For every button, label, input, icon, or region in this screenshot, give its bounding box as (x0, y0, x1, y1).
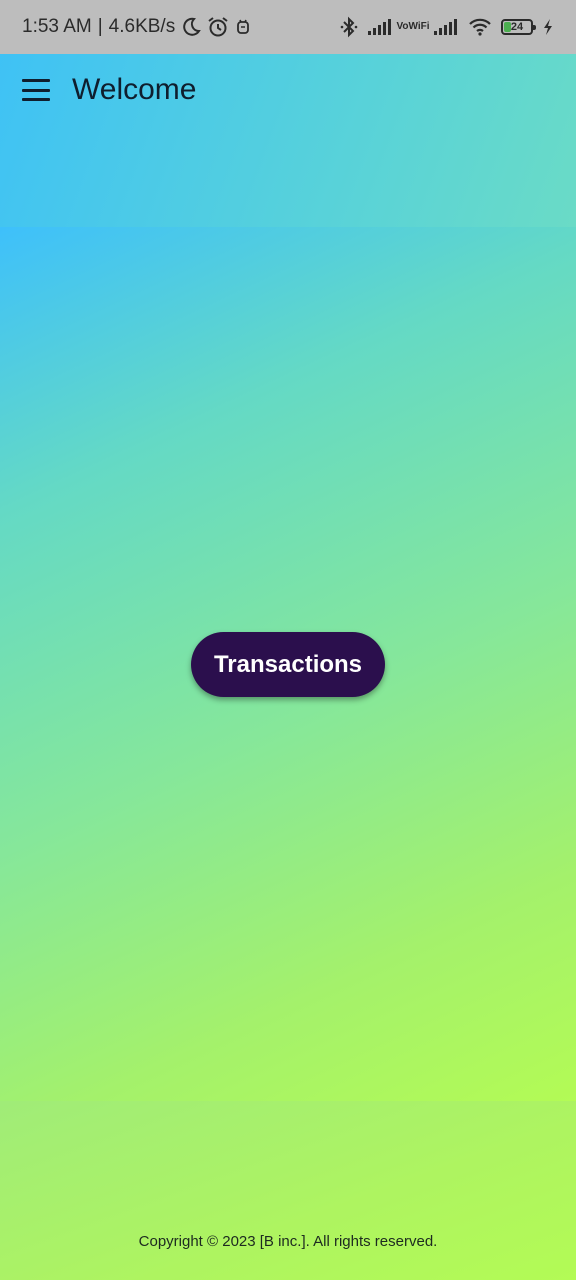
copyright-text: Copyright © 2023 [B inc.]. All rights re… (138, 1233, 438, 1250)
alarm-icon (207, 16, 229, 38)
vowifi-icon: Vo WiFi (396, 22, 429, 32)
bluetooth-icon (340, 16, 358, 38)
app-bar: Welcome (0, 54, 576, 126)
moon-icon (181, 17, 202, 37)
battery-icon: 24 (501, 19, 536, 35)
footer-background (0, 1101, 576, 1280)
transactions-button[interactable]: Transactions (191, 632, 385, 697)
status-bar-right: Vo WiFi 24 (340, 16, 554, 38)
page-title: Welcome (72, 73, 197, 106)
battery-level: 24 (510, 21, 524, 33)
status-bar-left: 1:53 AM | 4.6KB/s (22, 16, 251, 38)
status-time: 1:53 AM (22, 16, 92, 37)
status-separator: | (97, 16, 103, 37)
charging-icon (542, 18, 554, 36)
vowifi-top: Vo (396, 21, 409, 32)
menu-icon[interactable] (22, 79, 50, 101)
network-speed: 4.6KB/s (108, 16, 176, 37)
status-bar: 1:53 AM | 4.6KB/s Vo WiFi 24 (0, 0, 576, 54)
notification-icon (235, 18, 251, 36)
vowifi-bottom: WiFi (408, 21, 430, 32)
signal-icon (433, 18, 459, 36)
signal-icon (367, 18, 393, 36)
wifi-icon (468, 17, 492, 37)
